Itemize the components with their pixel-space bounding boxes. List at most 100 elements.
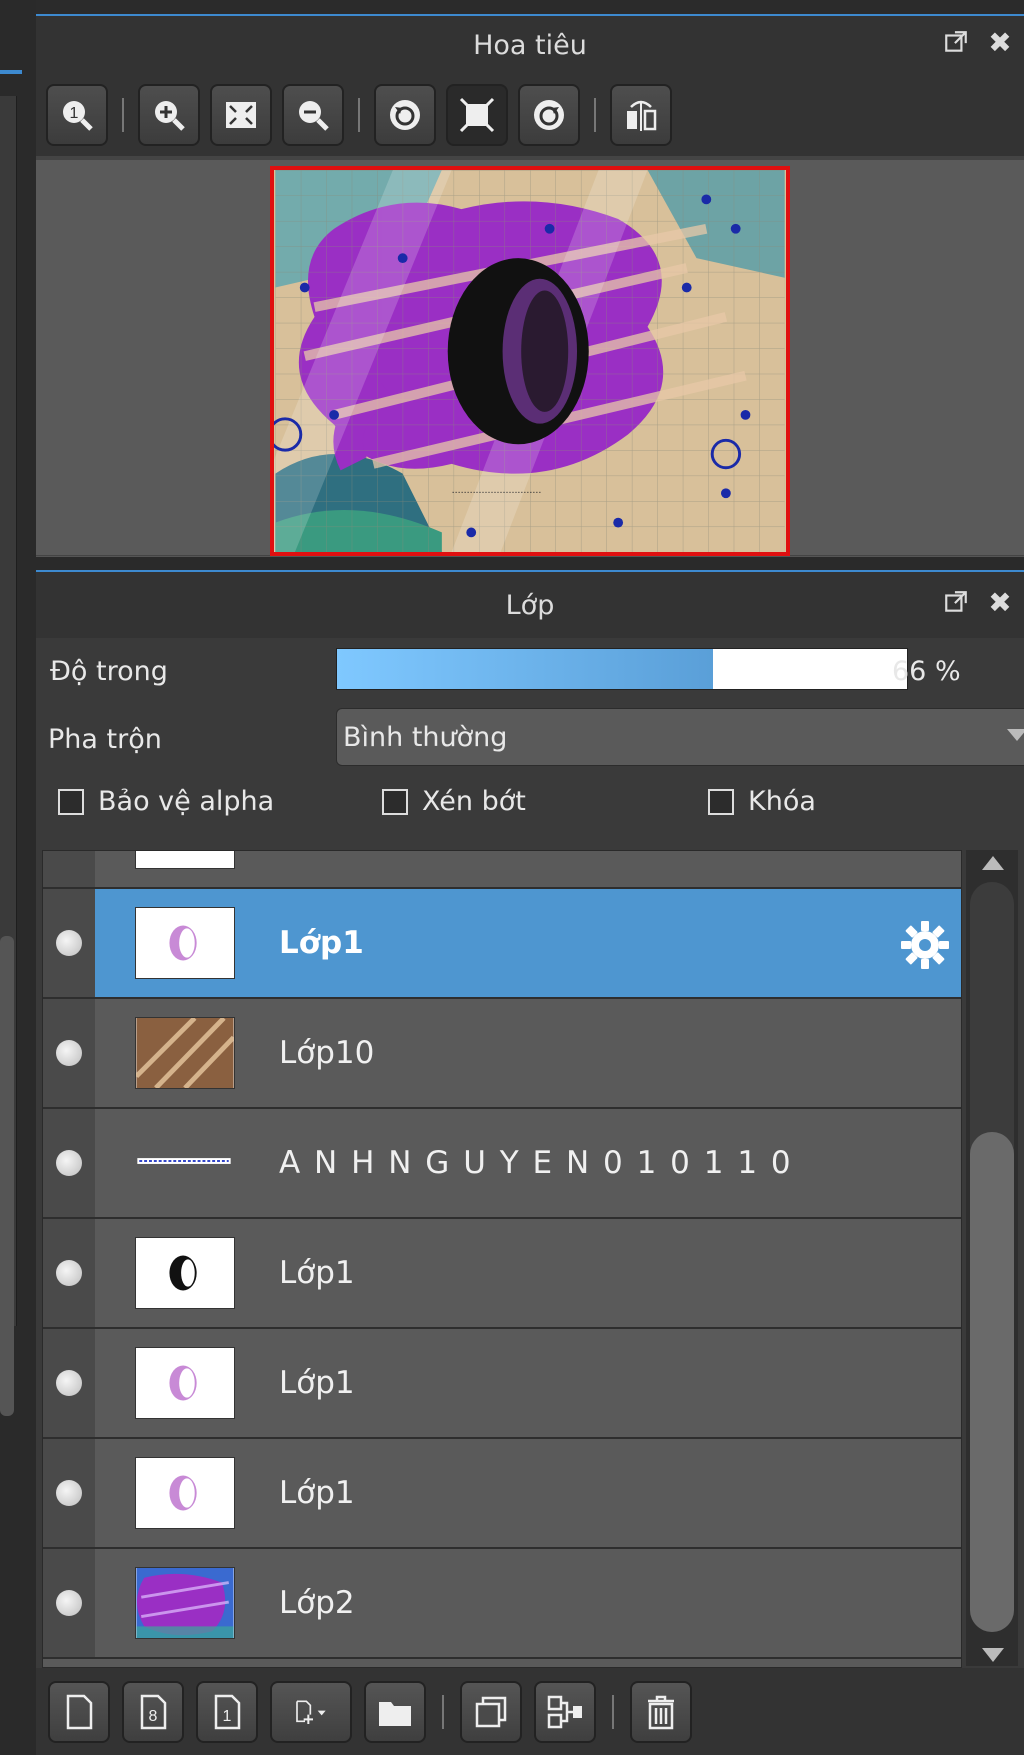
layers-title-bar: Lớp ✖: [36, 570, 1024, 638]
layer-row[interactable]: Lớp1: [43, 889, 961, 999]
layer-name[interactable]: Lớp1: [279, 1439, 355, 1547]
new-8bit-layer-button[interactable]: 8: [122, 1680, 184, 1743]
add-layer-dropdown-button[interactable]: [270, 1680, 352, 1743]
layer-row[interactable]: Lớp1: [43, 1329, 961, 1439]
canvas-artwork-image: ..............................: [274, 170, 785, 552]
layer-name[interactable]: Lớp1: [279, 1329, 355, 1437]
blend-mode-value: Bình thường: [343, 721, 508, 753]
new-1bit-layer-button[interactable]: 1: [196, 1680, 258, 1743]
fit-canvas-button[interactable]: [446, 84, 508, 146]
scrollbar-thumb[interactable]: [970, 1132, 1014, 1632]
layer-thumbnail: [135, 1567, 235, 1639]
visibility-toggle[interactable]: [43, 889, 95, 997]
layer-row[interactable]: Lớp10: [43, 999, 961, 1109]
clipping-label: Xén bớt: [422, 786, 526, 817]
toolbar-separator: [358, 98, 360, 132]
undock-icon[interactable]: [942, 588, 970, 616]
layer-thumbnail: [135, 1127, 235, 1199]
svg-text:1: 1: [70, 105, 79, 122]
visibility-dot-icon: [56, 1040, 82, 1066]
rotate-right-button[interactable]: [518, 84, 580, 146]
visibility-toggle[interactable]: [43, 1219, 95, 1327]
svg-text:8: 8: [149, 1708, 158, 1725]
toolbar-separator: [612, 1694, 614, 1729]
zoom-out-button[interactable]: [282, 84, 344, 146]
navigator-preview-area[interactable]: ..............................: [36, 160, 1024, 556]
visibility-toggle[interactable]: [43, 1109, 95, 1217]
scroll-up-arrow-icon[interactable]: [982, 856, 1004, 870]
layer-list-scrollbar[interactable]: [966, 850, 1018, 1666]
navigator-panel: Hoa tiêu ✖ 1 ...........................…: [36, 14, 1024, 571]
checkbox-box[interactable]: [382, 788, 408, 815]
close-icon[interactable]: ✖: [986, 26, 1014, 59]
dock-tab-indicator: [0, 70, 22, 74]
clipping-checkbox[interactable]: Xén bớt: [382, 786, 526, 817]
visibility-toggle[interactable]: [43, 1549, 95, 1657]
rotate-right-icon: [534, 100, 564, 130]
new-page-icon: [66, 1694, 93, 1729]
checkbox-box[interactable]: [58, 788, 84, 815]
layers-toolbar: 8 1: [36, 1668, 1024, 1755]
layer-name[interactable]: Lớp1: [279, 889, 364, 997]
canvas-preview-thumbnail[interactable]: ..............................: [270, 166, 790, 556]
layer-row[interactable]: Lớp1: [43, 1219, 961, 1329]
layer-8bit-icon: 8: [140, 1694, 167, 1729]
blend-mode-select[interactable]: Bình thường: [336, 708, 1024, 766]
merge-layer-button[interactable]: [534, 1680, 596, 1743]
protect-alpha-label: Bảo vệ alpha: [98, 786, 275, 817]
panel-splitter[interactable]: [36, 556, 1024, 571]
layer-row[interactable]: Lớp1: [43, 1439, 961, 1549]
new-layer-button[interactable]: [48, 1680, 110, 1743]
opacity-slider-fill: [337, 649, 714, 689]
layer-thumbnail: [135, 1457, 235, 1529]
visibility-toggle[interactable]: [43, 1329, 95, 1437]
chevron-down-icon: [1007, 729, 1024, 741]
fit-canvas-icon: [459, 97, 495, 133]
merge-icon: [547, 1695, 582, 1728]
layer-thumbnail: [135, 1017, 235, 1089]
protect-alpha-checkbox[interactable]: Bảo vệ alpha: [58, 786, 274, 817]
layer-list-container: Lớp1 Lớp10 A N H N G U Y E N 0 1 0 1 1 0…: [36, 850, 1024, 1668]
left-scrollbar[interactable]: [0, 96, 17, 1416]
left-scrollbar-thumb[interactable]: [0, 936, 14, 1416]
layer-name[interactable]: Lớp10: [279, 999, 374, 1107]
layers-title: Lớp: [505, 589, 555, 621]
visibility-dot-icon: [56, 1590, 82, 1616]
navigator-title: Hoa tiêu: [473, 29, 587, 61]
layer-1bit-icon: 1: [214, 1694, 241, 1729]
undock-icon[interactable]: [942, 28, 970, 56]
layer-name[interactable]: A N H N G U Y E N 0 1 0 1 1 0: [279, 1109, 793, 1217]
layer-row-partial[interactable]: [43, 851, 961, 889]
toolbar-separator: [442, 1694, 444, 1729]
visibility-toggle[interactable]: [43, 999, 95, 1107]
visibility-toggle[interactable]: [43, 851, 95, 887]
delete-layer-button[interactable]: [630, 1680, 692, 1743]
gear-icon[interactable]: [899, 919, 951, 971]
zoom-100-button[interactable]: 1: [46, 84, 108, 146]
layer-name[interactable]: Lớp1: [279, 1219, 355, 1327]
duplicate-layer-button[interactable]: [460, 1680, 522, 1743]
scroll-down-arrow-icon[interactable]: [982, 1648, 1004, 1662]
opacity-slider[interactable]: [336, 648, 908, 690]
checkbox-box[interactable]: [708, 788, 734, 815]
fit-window-button[interactable]: [210, 84, 272, 146]
zoom-out-icon: [299, 101, 329, 131]
layer-row[interactable]: Lớp2: [43, 1549, 961, 1659]
navigator-title-bar: Hoa tiêu ✖: [36, 14, 1024, 74]
preview-caption-text: ..............................: [452, 484, 542, 496]
visibility-dot-icon: [56, 1480, 82, 1506]
visibility-dot-icon: [56, 930, 82, 956]
opacity-label: Độ trong: [50, 656, 168, 687]
lock-checkbox[interactable]: Khóa: [708, 786, 816, 817]
layer-row[interactable]: A N H N G U Y E N 0 1 0 1 1 0: [43, 1109, 961, 1219]
flip-button[interactable]: [610, 84, 672, 146]
visibility-toggle[interactable]: [43, 1439, 95, 1547]
layer-name[interactable]: Lớp2: [279, 1549, 355, 1657]
rotate-left-button[interactable]: [374, 84, 436, 146]
layer-list[interactable]: Lớp1 Lớp10 A N H N G U Y E N 0 1 0 1 1 0…: [42, 850, 962, 1668]
svg-text:1: 1: [223, 1708, 232, 1725]
close-icon[interactable]: ✖: [986, 586, 1014, 619]
zoom-in-button[interactable]: [138, 84, 200, 146]
layer-thumbnail: [135, 1237, 235, 1309]
new-folder-button[interactable]: [364, 1680, 426, 1743]
